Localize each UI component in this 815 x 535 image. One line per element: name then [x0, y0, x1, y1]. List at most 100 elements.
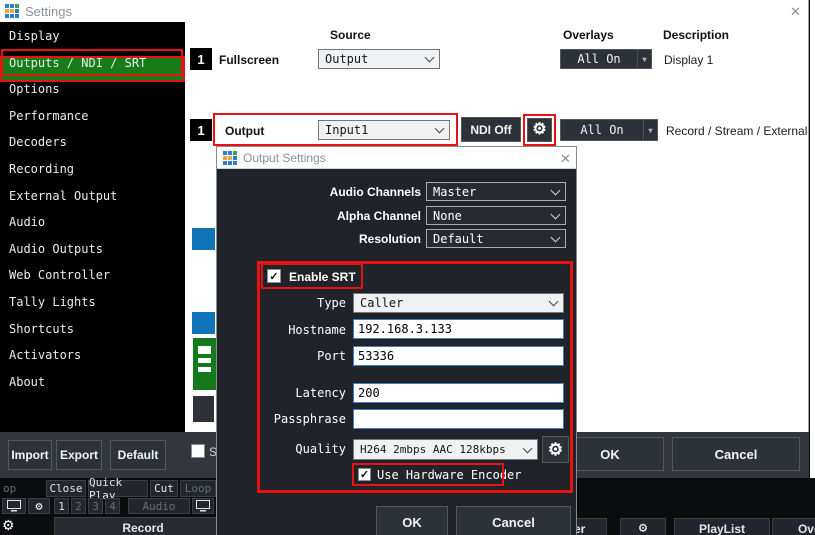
passphrase-label: Passphrase	[237, 412, 346, 426]
hardware-encoder-label: Use Hardware Encoder	[377, 468, 522, 482]
output-source-dropdown[interactable]: Input1	[318, 120, 450, 140]
audio-button[interactable]: Audio	[128, 498, 190, 514]
tab-cut[interactable]: Cut	[150, 480, 178, 497]
sidebar-item-outputs-ndi-srt[interactable]: Outputs / NDI / SRT	[0, 56, 185, 83]
chevron-down-icon	[551, 209, 561, 219]
preset-1-button[interactable]: 1	[54, 498, 69, 514]
column-header-source: Source	[330, 28, 371, 42]
port-label: Port	[237, 349, 346, 363]
overlay-button[interactable]: Overlay	[772, 518, 815, 535]
sidebar-item-display[interactable]: Display	[0, 29, 185, 56]
sidebar-item-external-output[interactable]: External Output	[0, 189, 185, 216]
dialog-titlebar: Output Settings ✕	[217, 147, 576, 169]
dialog-ok-button[interactable]: OK	[376, 506, 448, 535]
enable-srt-label: Enable SRT	[289, 270, 356, 284]
alpha-channel-dropdown[interactable]: None	[426, 206, 566, 225]
dropdown-arrow-icon: ▾	[637, 50, 651, 68]
desktop-strip	[810, 0, 815, 478]
playlist-button[interactable]: PlayList	[674, 518, 770, 535]
check-icon: ✓	[360, 468, 369, 481]
loop-partial-label: op	[3, 482, 16, 495]
audio-channels-label: Audio Channels	[217, 185, 421, 199]
alpha-channel-label: Alpha Channel	[217, 209, 421, 223]
sidebar-item-activators[interactable]: Activators	[0, 348, 185, 375]
close-icon[interactable]: ✕	[560, 151, 571, 167]
column-header-description: Description	[663, 28, 729, 42]
ndi-block	[192, 228, 215, 250]
dropdown-value: Master	[433, 185, 476, 199]
record-settings-gear-icon[interactable]: ⚙	[2, 518, 15, 532]
hardware-encoder-checkbox[interactable]: ✓	[358, 468, 371, 481]
overlays-value: All On	[561, 123, 643, 137]
sidebar-item-audio[interactable]: Audio	[0, 215, 185, 242]
sidebar-item-decoders[interactable]: Decoders	[0, 135, 185, 162]
monitor-icon	[7, 500, 21, 512]
latency-input[interactable]	[353, 383, 564, 403]
column-header-overlays: Overlays	[563, 28, 614, 42]
port-input[interactable]	[353, 346, 564, 366]
preset-4-button[interactable]: 4	[105, 498, 120, 514]
settings-cancel-button[interactable]: Cancel	[672, 437, 800, 471]
quality-dropdown[interactable]: H264 2mbps AAC 128kbps	[353, 439, 538, 460]
sidebar-item-about[interactable]: About	[0, 375, 185, 402]
preset-3-button[interactable]: 3	[88, 498, 103, 514]
hostname-label: Hostname	[237, 323, 346, 337]
sidebar-item-recording[interactable]: Recording	[0, 162, 185, 189]
default-button[interactable]: Default	[110, 440, 166, 470]
check-icon: ✓	[269, 270, 278, 283]
sidebar-item-tally-lights[interactable]: Tally Lights	[0, 295, 185, 322]
dialog-title: Output Settings	[243, 151, 326, 165]
sidebar-item-shortcuts[interactable]: Shortcuts	[0, 322, 185, 349]
chevron-down-icon	[551, 185, 561, 195]
resolution-label: Resolution	[217, 232, 421, 246]
dropdown-value: Output	[325, 52, 368, 66]
screen: op Close Quick Play Cut Loop ⚙ 1 2 3 4 A…	[0, 0, 815, 535]
import-button[interactable]: Import	[8, 440, 52, 470]
sidebar-item-performance[interactable]: Performance	[0, 109, 185, 136]
output-overlays-button[interactable]: All On ▾	[560, 119, 658, 141]
fullscreen-monitor-button[interactable]	[2, 498, 26, 514]
sidebar-item-options[interactable]: Options	[0, 82, 185, 109]
output-settings-gear-button[interactable]: ⚙	[527, 118, 552, 142]
settings-titlebar: Settings ✕	[0, 0, 808, 22]
fullscreen-overlays-button[interactable]: All On ▾	[560, 49, 652, 69]
external-settings-button[interactable]: ⚙	[620, 518, 666, 535]
gear-icon: ⚙	[639, 521, 647, 535]
preset-2-button[interactable]: 2	[71, 498, 86, 514]
type-dropdown[interactable]: Caller	[353, 293, 564, 313]
chevron-down-icon	[551, 232, 561, 242]
audio-channels-dropdown[interactable]: Master	[426, 182, 566, 201]
tab-close[interactable]: Close	[46, 480, 86, 497]
sidebar-item-web-controller[interactable]: Web Controller	[0, 268, 185, 295]
window-title: Settings	[25, 4, 72, 19]
sidebar-item-audio-outputs[interactable]: Audio Outputs	[0, 242, 185, 269]
quality-settings-gear-button[interactable]: ⚙	[542, 436, 569, 463]
chevron-down-icon	[435, 124, 445, 134]
tab-quick-play[interactable]: Quick Play	[88, 480, 148, 497]
fullscreen-description: Display 1	[664, 53, 713, 67]
output-settings-dialog: Output Settings ✕ Audio Channels Master …	[216, 146, 577, 535]
output-row-number: 1	[190, 119, 212, 141]
tab-loop[interactable]: Loop	[180, 480, 216, 497]
monitor-icon	[196, 500, 210, 512]
latency-label: Latency	[237, 386, 346, 400]
fullscreen-settings-button[interactable]: ⚙	[28, 498, 50, 514]
fullscreen-source-dropdown[interactable]: Output	[318, 49, 440, 69]
external-monitor-button[interactable]	[192, 498, 214, 514]
enable-srt-checkbox[interactable]: ✓	[267, 269, 281, 283]
passphrase-input[interactable]	[353, 409, 564, 429]
dropdown-value: None	[433, 209, 462, 223]
resolution-dropdown[interactable]: Default	[426, 229, 566, 248]
export-button[interactable]: Export	[56, 440, 102, 470]
show-checkbox[interactable]	[191, 444, 205, 458]
hostname-input[interactable]	[353, 319, 564, 339]
output-description: Record / Stream / External	[666, 124, 807, 138]
dialog-cancel-button[interactable]: Cancel	[456, 506, 571, 535]
ndi-off-button[interactable]: NDI Off	[461, 117, 521, 142]
record-button[interactable]: Record	[54, 517, 232, 535]
gear-icon: ⚙	[548, 441, 563, 458]
gear-icon: ⚙	[532, 122, 546, 138]
type-label: Type	[237, 296, 346, 310]
close-icon[interactable]: ✕	[790, 4, 801, 20]
fullscreen-row-label: Fullscreen	[219, 53, 279, 67]
